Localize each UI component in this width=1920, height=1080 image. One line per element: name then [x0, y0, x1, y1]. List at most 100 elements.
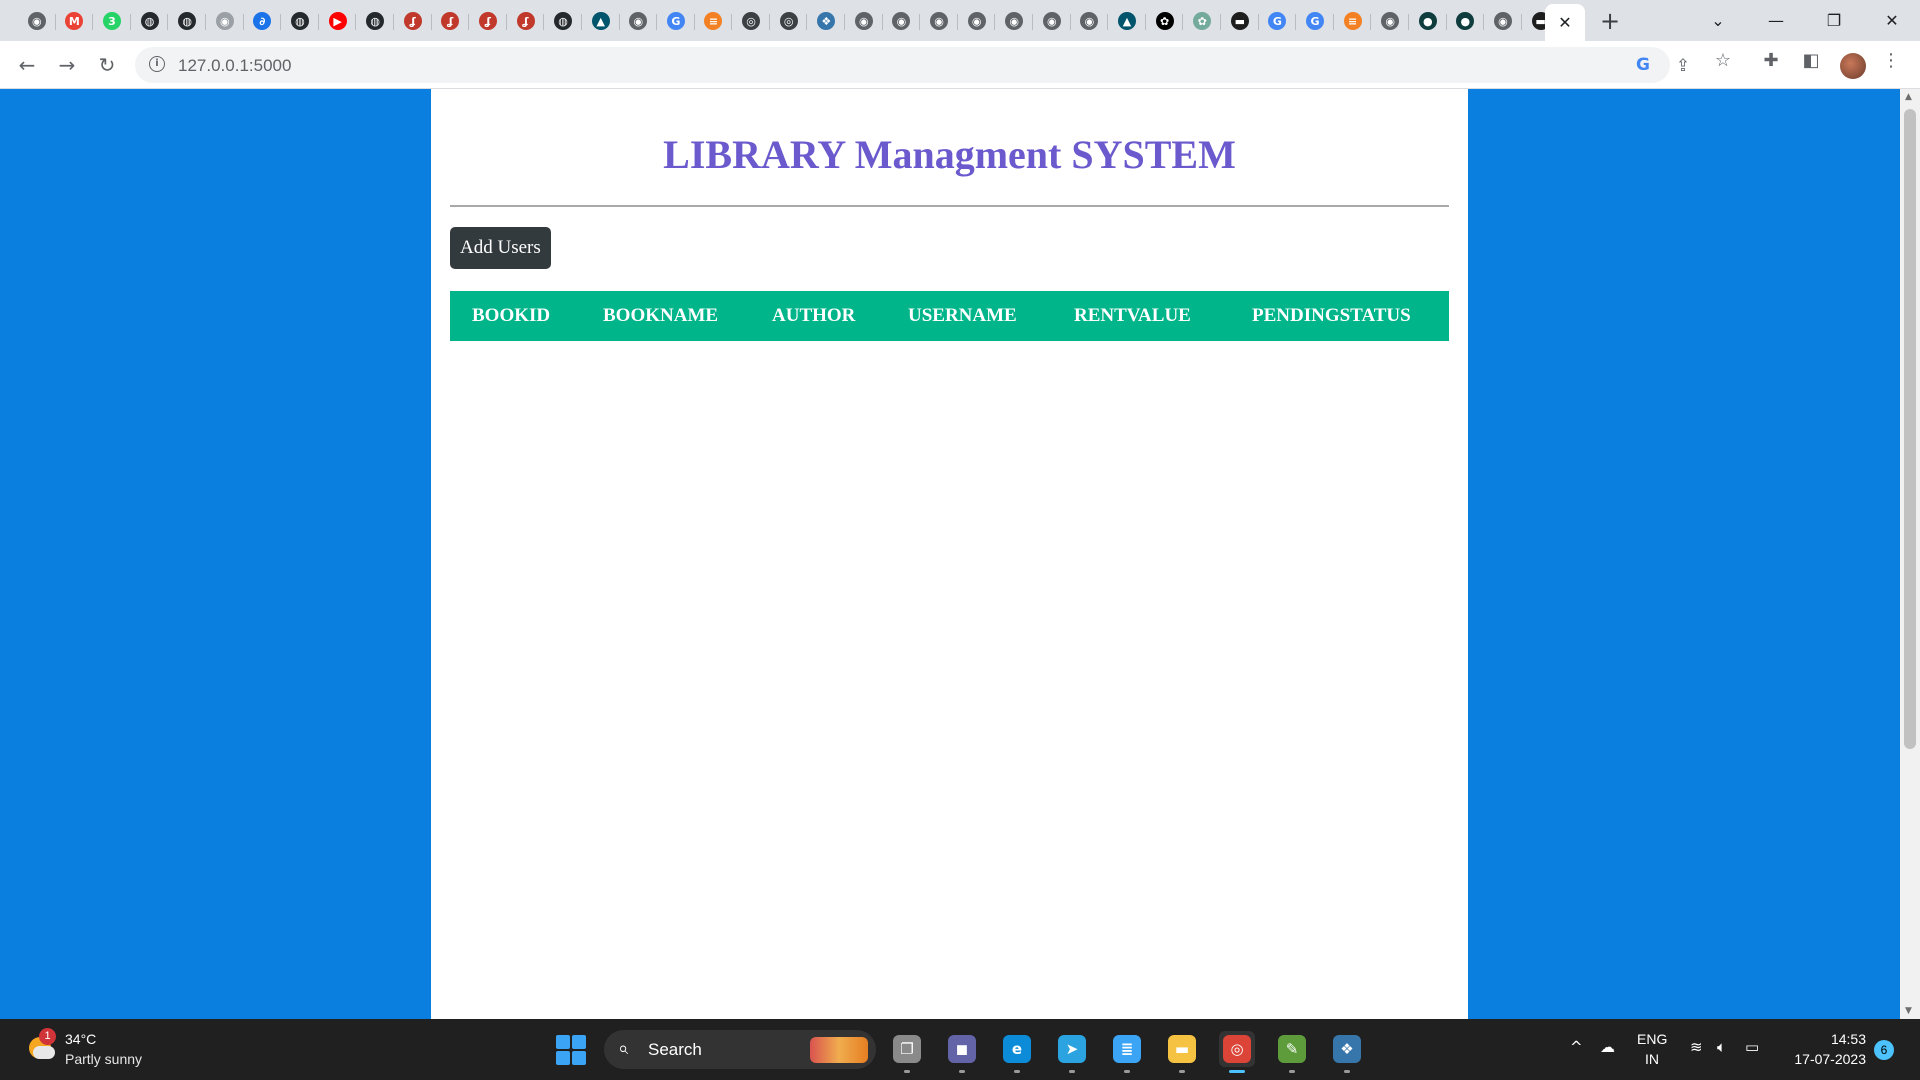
browser-tab[interactable]: ◉ — [1033, 5, 1071, 37]
start-button[interactable] — [556, 1035, 586, 1065]
browser-tab[interactable]: ▶ — [319, 5, 357, 37]
browser-tab[interactable]: ◉ — [995, 5, 1033, 37]
browser-tab[interactable]: ʆ — [394, 5, 432, 37]
url-text[interactable]: 127.0.0.1:5000 — [178, 56, 291, 76]
browser-tab[interactable]: ▲ — [582, 5, 620, 37]
browser-tab[interactable]: ◉ — [883, 5, 921, 37]
browser-tab[interactable]: M — [56, 5, 94, 37]
scrollbar-thumb[interactable] — [1904, 109, 1916, 749]
tab-search-icon[interactable]: ⌄ — [1690, 0, 1746, 41]
browser-tab[interactable]: ❖ — [807, 5, 845, 37]
google-translate-icon[interactable]: G — [1632, 54, 1654, 76]
browser-tab[interactable]: ● — [1447, 5, 1485, 37]
extensions-puzzle-icon[interactable]: ✚ — [1758, 47, 1784, 73]
teams-icon: ◼ — [948, 1035, 976, 1063]
running-indicator — [904, 1070, 910, 1073]
battery-icon[interactable]: ▭ — [1745, 1038, 1759, 1056]
reload-icon[interactable]: ↻ — [91, 49, 123, 81]
add-users-button[interactable]: Add Users — [450, 227, 551, 269]
taskbar-app-button[interactable]: ❐ — [889, 1031, 925, 1073]
browser-tab[interactable]: 3 — [93, 5, 131, 37]
clock-date[interactable]: 17-07-2023 — [1794, 1051, 1866, 1067]
taskbar-search-box[interactable]: ⌕ Search — [604, 1030, 876, 1069]
github-icon: ◍ — [178, 12, 197, 30]
main-container: LIBRARY Managment SYSTEM Add Users BOOKI… — [431, 89, 1468, 1019]
browser-tab[interactable]: ◉ — [206, 5, 244, 37]
browser-tab[interactable]: ◉ — [958, 5, 996, 37]
browser-tab[interactable]: ◍ — [356, 5, 394, 37]
taskbar-app-button[interactable]: ◼ — [944, 1031, 980, 1073]
new-tab-button[interactable]: + — [1594, 6, 1626, 36]
scroll-down-arrow-icon[interactable]: ▼ — [1905, 1006, 1912, 1016]
bookmark-star-icon[interactable]: ☆ — [1710, 47, 1736, 73]
volume-icon[interactable]: 🔈︎ — [1717, 1038, 1726, 1056]
notification-count-badge[interactable]: 6 — [1874, 1040, 1894, 1060]
taskbar-app-button[interactable]: ▬ — [1164, 1031, 1200, 1073]
taskbar-app-button[interactable]: ◎ — [1219, 1031, 1255, 1073]
minimize-button[interactable]: — — [1748, 0, 1804, 41]
wifi-icon[interactable]: ≋ — [1690, 1038, 1703, 1056]
globe-icon: ◉ — [629, 12, 648, 30]
onedrive-cloud-icon[interactable]: ☁ — [1600, 1038, 1615, 1056]
scroll-up-arrow-icon[interactable]: ▲ — [1905, 92, 1912, 102]
browser-tab[interactable]: ✿ — [1183, 5, 1221, 37]
taskbar-app-button[interactable]: ≣ — [1109, 1031, 1145, 1073]
taskbar-app-button[interactable]: e — [999, 1031, 1035, 1073]
weather-temp[interactable]: 34°C — [65, 1031, 96, 1047]
taskbar-app-button[interactable]: ✎ — [1274, 1031, 1310, 1073]
taskbar-app-button[interactable]: ➤ — [1054, 1031, 1090, 1073]
browser-tab[interactable]: ✿ — [1146, 5, 1184, 37]
browser-tab[interactable]: ◉ — [1371, 5, 1409, 37]
forward-arrow-icon[interactable]: → — [51, 49, 83, 81]
browser-tab[interactable]: ▲ — [1108, 5, 1146, 37]
browser-tab[interactable]: ◉ — [920, 5, 958, 37]
clock-time[interactable]: 14:53 — [1831, 1031, 1866, 1047]
weather-desc[interactable]: Partly sunny — [65, 1051, 142, 1067]
restore-button[interactable]: ❐ — [1806, 0, 1862, 41]
browser-tab[interactable]: ʆ — [469, 5, 507, 37]
address-bar[interactable]: i 127.0.0.1:5000 G ⇪ — [135, 47, 1690, 83]
taskbar-app-button[interactable]: ❖ — [1329, 1031, 1365, 1073]
profile-avatar[interactable] — [1840, 53, 1866, 79]
browser-tab[interactable]: ◉ — [18, 5, 56, 37]
browser-tab[interactable]: ◍ — [168, 5, 206, 37]
show-hidden-icons-chevron-icon[interactable]: ^ — [1570, 1038, 1583, 1056]
browser-tab[interactable]: ▬ — [1221, 5, 1259, 37]
side-panel-icon[interactable]: ◧ — [1798, 47, 1824, 73]
globe-icon: ◉ — [854, 12, 873, 30]
browser-tab[interactable]: ◉ — [1071, 5, 1109, 37]
browser-tab[interactable]: ≡ — [1334, 5, 1372, 37]
browser-tab[interactable]: ʆ — [432, 5, 470, 37]
github-icon: ◍ — [366, 12, 385, 30]
browser-tab[interactable]: ≡ — [695, 5, 733, 37]
back-arrow-icon[interactable]: ← — [11, 49, 43, 81]
browser-tab[interactable]: G — [1259, 5, 1297, 37]
browser-tab[interactable]: ◉ — [845, 5, 883, 37]
browser-tab[interactable]: ◎ — [770, 5, 808, 37]
site-info-icon[interactable]: i — [149, 56, 165, 72]
dancer-icon: ʆ — [403, 12, 422, 30]
browser-tab[interactable]: ◎ — [732, 5, 770, 37]
share-icon[interactable]: ⇪ — [1672, 55, 1694, 77]
stackoverflow-icon: ≡ — [704, 12, 723, 30]
browser-tab[interactable]: ∂ — [244, 5, 282, 37]
browser-tab[interactable]: ◉ — [1484, 5, 1522, 37]
browser-tab[interactable]: G — [1296, 5, 1334, 37]
browser-tab[interactable]: ◍ — [281, 5, 319, 37]
language-indicator-bottom[interactable]: IN — [1645, 1051, 1659, 1067]
running-indicator — [1069, 1070, 1075, 1073]
browser-tab[interactable]: ● — [1409, 5, 1447, 37]
active-tab[interactable]: ✕ — [1545, 4, 1585, 41]
browser-tab[interactable]: ʆ — [507, 5, 545, 37]
close-tab-icon[interactable]: ✕ — [1558, 13, 1571, 32]
browser-tab[interactable]: G — [657, 5, 695, 37]
vertical-scrollbar[interactable]: ▲ ▼ — [1900, 89, 1920, 1019]
browser-tab[interactable]: ◍ — [131, 5, 169, 37]
language-indicator-top[interactable]: ENG — [1637, 1031, 1667, 1047]
weather-icon[interactable]: 1 — [25, 1028, 56, 1063]
browser-tab[interactable]: ◍ — [544, 5, 582, 37]
close-window-button[interactable]: ✕ — [1864, 0, 1920, 41]
cloud-icon — [33, 1046, 55, 1059]
menu-dots-icon[interactable]: ⋮ — [1878, 47, 1904, 73]
browser-tab[interactable]: ◉ — [620, 5, 658, 37]
